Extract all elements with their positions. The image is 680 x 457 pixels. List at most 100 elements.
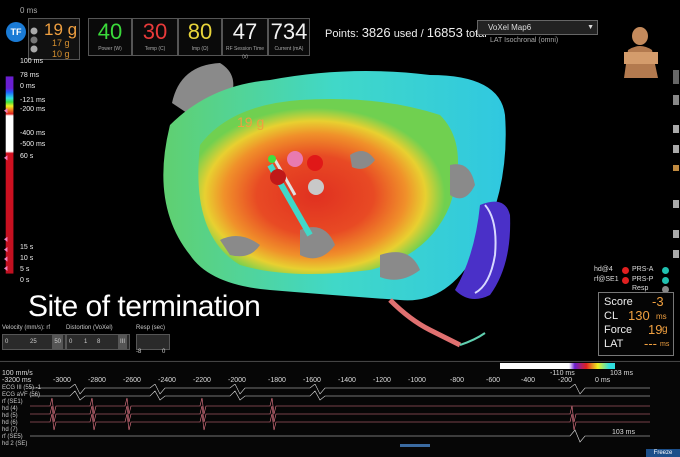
time-tick: -2600 [123, 377, 141, 384]
lat-label: LAT [604, 338, 624, 350]
legend-dot-icon [622, 267, 629, 274]
scale-tick: 60 s [20, 153, 34, 160]
distortion-mid: 1 [84, 339, 88, 345]
points-used-label: used / [393, 28, 424, 40]
resp-slider[interactable] [136, 334, 170, 350]
power-value: 40 [97, 19, 123, 44]
time-tick: -2800 [88, 377, 106, 384]
scale-tick: 0 ms [20, 83, 36, 90]
legend-dot-icon [662, 267, 669, 274]
scale-tick: 100 ms [20, 58, 43, 65]
force-label: Force [604, 324, 633, 336]
scale-tick: 10 s [20, 255, 34, 262]
timeline-divider [0, 361, 680, 362]
caption-text: Site of termination [28, 290, 261, 323]
distortion-slider[interactable]: 0 1 8 III [66, 334, 130, 350]
force-annotation: 19 g [237, 114, 265, 130]
catheter-orientation-icon [29, 26, 39, 54]
time-tick: -1000 [408, 377, 426, 384]
resp-min: -8 [136, 349, 142, 355]
current-label: Current (mA) [274, 46, 304, 52]
distortion-min: 0 [69, 339, 73, 345]
map-select-value: VoXel Map6 [488, 23, 532, 32]
current-value: 734 [270, 19, 308, 44]
velocity-max: 50 [52, 335, 63, 349]
right-toolbar [672, 70, 680, 270]
timeline-scrollbar[interactable] [400, 444, 430, 447]
time-tick: -1600 [303, 377, 321, 384]
resp-label: Resp (sec) [136, 325, 166, 331]
points-used: 3826 [361, 25, 391, 40]
time-tick: -2200 [193, 377, 211, 384]
sweep-speed: 100 mm/s [2, 370, 33, 377]
tf-logo-icon[interactable]: TF [6, 22, 26, 42]
marker-label: 103 ms [610, 370, 633, 377]
lat-value: --- [644, 336, 657, 351]
temp-metric: 30 Temp (C) [132, 18, 178, 56]
contact-force-axial: 10 g [52, 49, 70, 59]
channel-label: rf (SE5) [2, 434, 23, 440]
legend-label: PRS-P [632, 276, 654, 283]
time-tick: -1400 [338, 377, 356, 384]
channel-label: hd (5) [2, 413, 18, 419]
body-orientation-icon[interactable] [618, 22, 664, 78]
scale-tick: -121 ms [20, 97, 46, 104]
velocity-min: 0 [5, 339, 9, 345]
time-tick: -600 [486, 377, 501, 384]
distortion-label: Distortion (VoXel) [66, 325, 113, 331]
map-select[interactable]: VoXel Map6 ▼ [477, 20, 598, 35]
lat-unit: ms [660, 341, 670, 348]
time-tick: -3200 ms [2, 377, 32, 384]
force-value: 19 [648, 322, 663, 337]
marker-label: -110 ms [550, 370, 575, 377]
map-select-sub: LAT Isochronal (omni) [490, 37, 559, 44]
legend-label: PRS-A [632, 266, 654, 273]
distortion-max: III [117, 335, 127, 349]
impedance-metric: 80 Imp (Ω) [178, 18, 222, 56]
scale-tick: -200 ms [20, 106, 46, 113]
legend-dot-icon [622, 277, 629, 284]
channel-label: hd (4) [2, 406, 18, 412]
power-label: Power (W) [98, 46, 122, 52]
cl-unit: ms [656, 312, 667, 321]
time-tick: -800 [450, 377, 465, 384]
time-tick: -400 [521, 377, 536, 384]
scale-tick: 78 ms [20, 72, 40, 79]
contact-force-main: 19 g [44, 20, 78, 39]
time-tick: -2000 [228, 377, 246, 384]
timeline-color-strip [500, 363, 615, 369]
time-tick: -2400 [158, 377, 176, 384]
score-label: Score [604, 296, 633, 308]
scale-tick: 0 s [20, 277, 30, 284]
scale-tick: -400 ms [20, 130, 46, 137]
distortion-high: 8 [97, 339, 101, 345]
impedance-label: Imp (Ω) [191, 46, 209, 52]
temp-value: 30 [142, 19, 168, 44]
legend-dot-icon [662, 277, 669, 284]
time-tick: -3000 [53, 377, 71, 384]
velocity-mid: 25 [30, 339, 37, 345]
scale-tick: -500 ms [20, 141, 46, 148]
rf-session-value: 47 [232, 19, 258, 44]
time-tick: 0 ms [595, 377, 611, 384]
rf-session-metric: 47 RF Session Time (s) [222, 18, 268, 60]
lat-color-scale[interactable] [4, 60, 16, 290]
tf-time: 0 ms [20, 6, 38, 15]
temp-label: Temp (C) [144, 46, 166, 52]
current-metric: 734 Current (mA) [268, 18, 310, 56]
channel-label: hd (7) [2, 427, 18, 433]
velocity-label: Velocity (mm/s): rf [2, 325, 51, 331]
legend-label: Resp [632, 285, 649, 292]
channel-label: hd (6) [2, 420, 18, 426]
points-total: 16853 [426, 25, 463, 40]
legend-label: hd@4 [594, 266, 613, 273]
force-unit: g [662, 324, 668, 335]
time-tick: -1800 [268, 377, 286, 384]
chevron-down-icon: ▼ [587, 24, 594, 31]
cl-value: 130 [628, 308, 650, 323]
time-tick: -200 [558, 377, 573, 384]
velocity-slider[interactable]: 0 25 50 [2, 334, 66, 350]
cl-label: CL [604, 310, 619, 322]
freeze-button[interactable]: Freeze [646, 449, 680, 457]
resp-max: 0 [162, 349, 166, 355]
